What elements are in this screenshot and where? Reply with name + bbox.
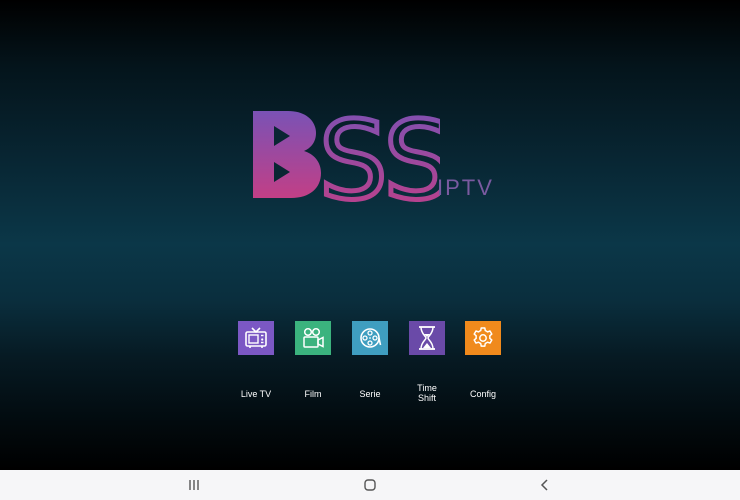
menu-item-serie[interactable]: Serie [340,321,400,399]
hourglass-icon [419,326,435,350]
serie-tile[interactable] [352,321,388,355]
recent-apps-icon [189,480,199,490]
menu-item-time-shift[interactable]: Time Shift [397,321,457,403]
video-camera-icon [303,327,324,348]
film-reel-icon [360,328,382,348]
home-button[interactable] [361,477,379,493]
time-shift-tile[interactable] [409,321,445,355]
config-tile[interactable] [465,321,501,355]
menu-item-live-tv[interactable]: Live TV [226,321,286,399]
menu-item-config[interactable]: Config [453,321,513,399]
back-button[interactable] [536,477,554,493]
live-tv-tile[interactable] [238,321,274,355]
logo-subtitle: IPTV [437,175,494,200]
recent-apps-button[interactable] [185,477,203,493]
menu-label: Film [304,389,322,399]
gear-icon [473,327,493,347]
logo-letters: SS [319,108,440,203]
tv-icon [245,327,267,348]
back-icon [540,479,548,491]
menu-label: Serie [359,389,381,399]
film-tile[interactable] [295,321,331,355]
menu-label: Time Shift [417,383,437,403]
menu-item-film[interactable]: Film [283,321,343,399]
menu-label: Live TV [240,389,272,399]
system-navigation-bar [0,470,740,500]
menu-label: Config [469,389,496,399]
home-icon [364,479,376,491]
logo-graphic: SS [253,108,440,203]
app-screen: SS IPTV Live TV Film Serie Time Shift Co… [0,0,740,470]
